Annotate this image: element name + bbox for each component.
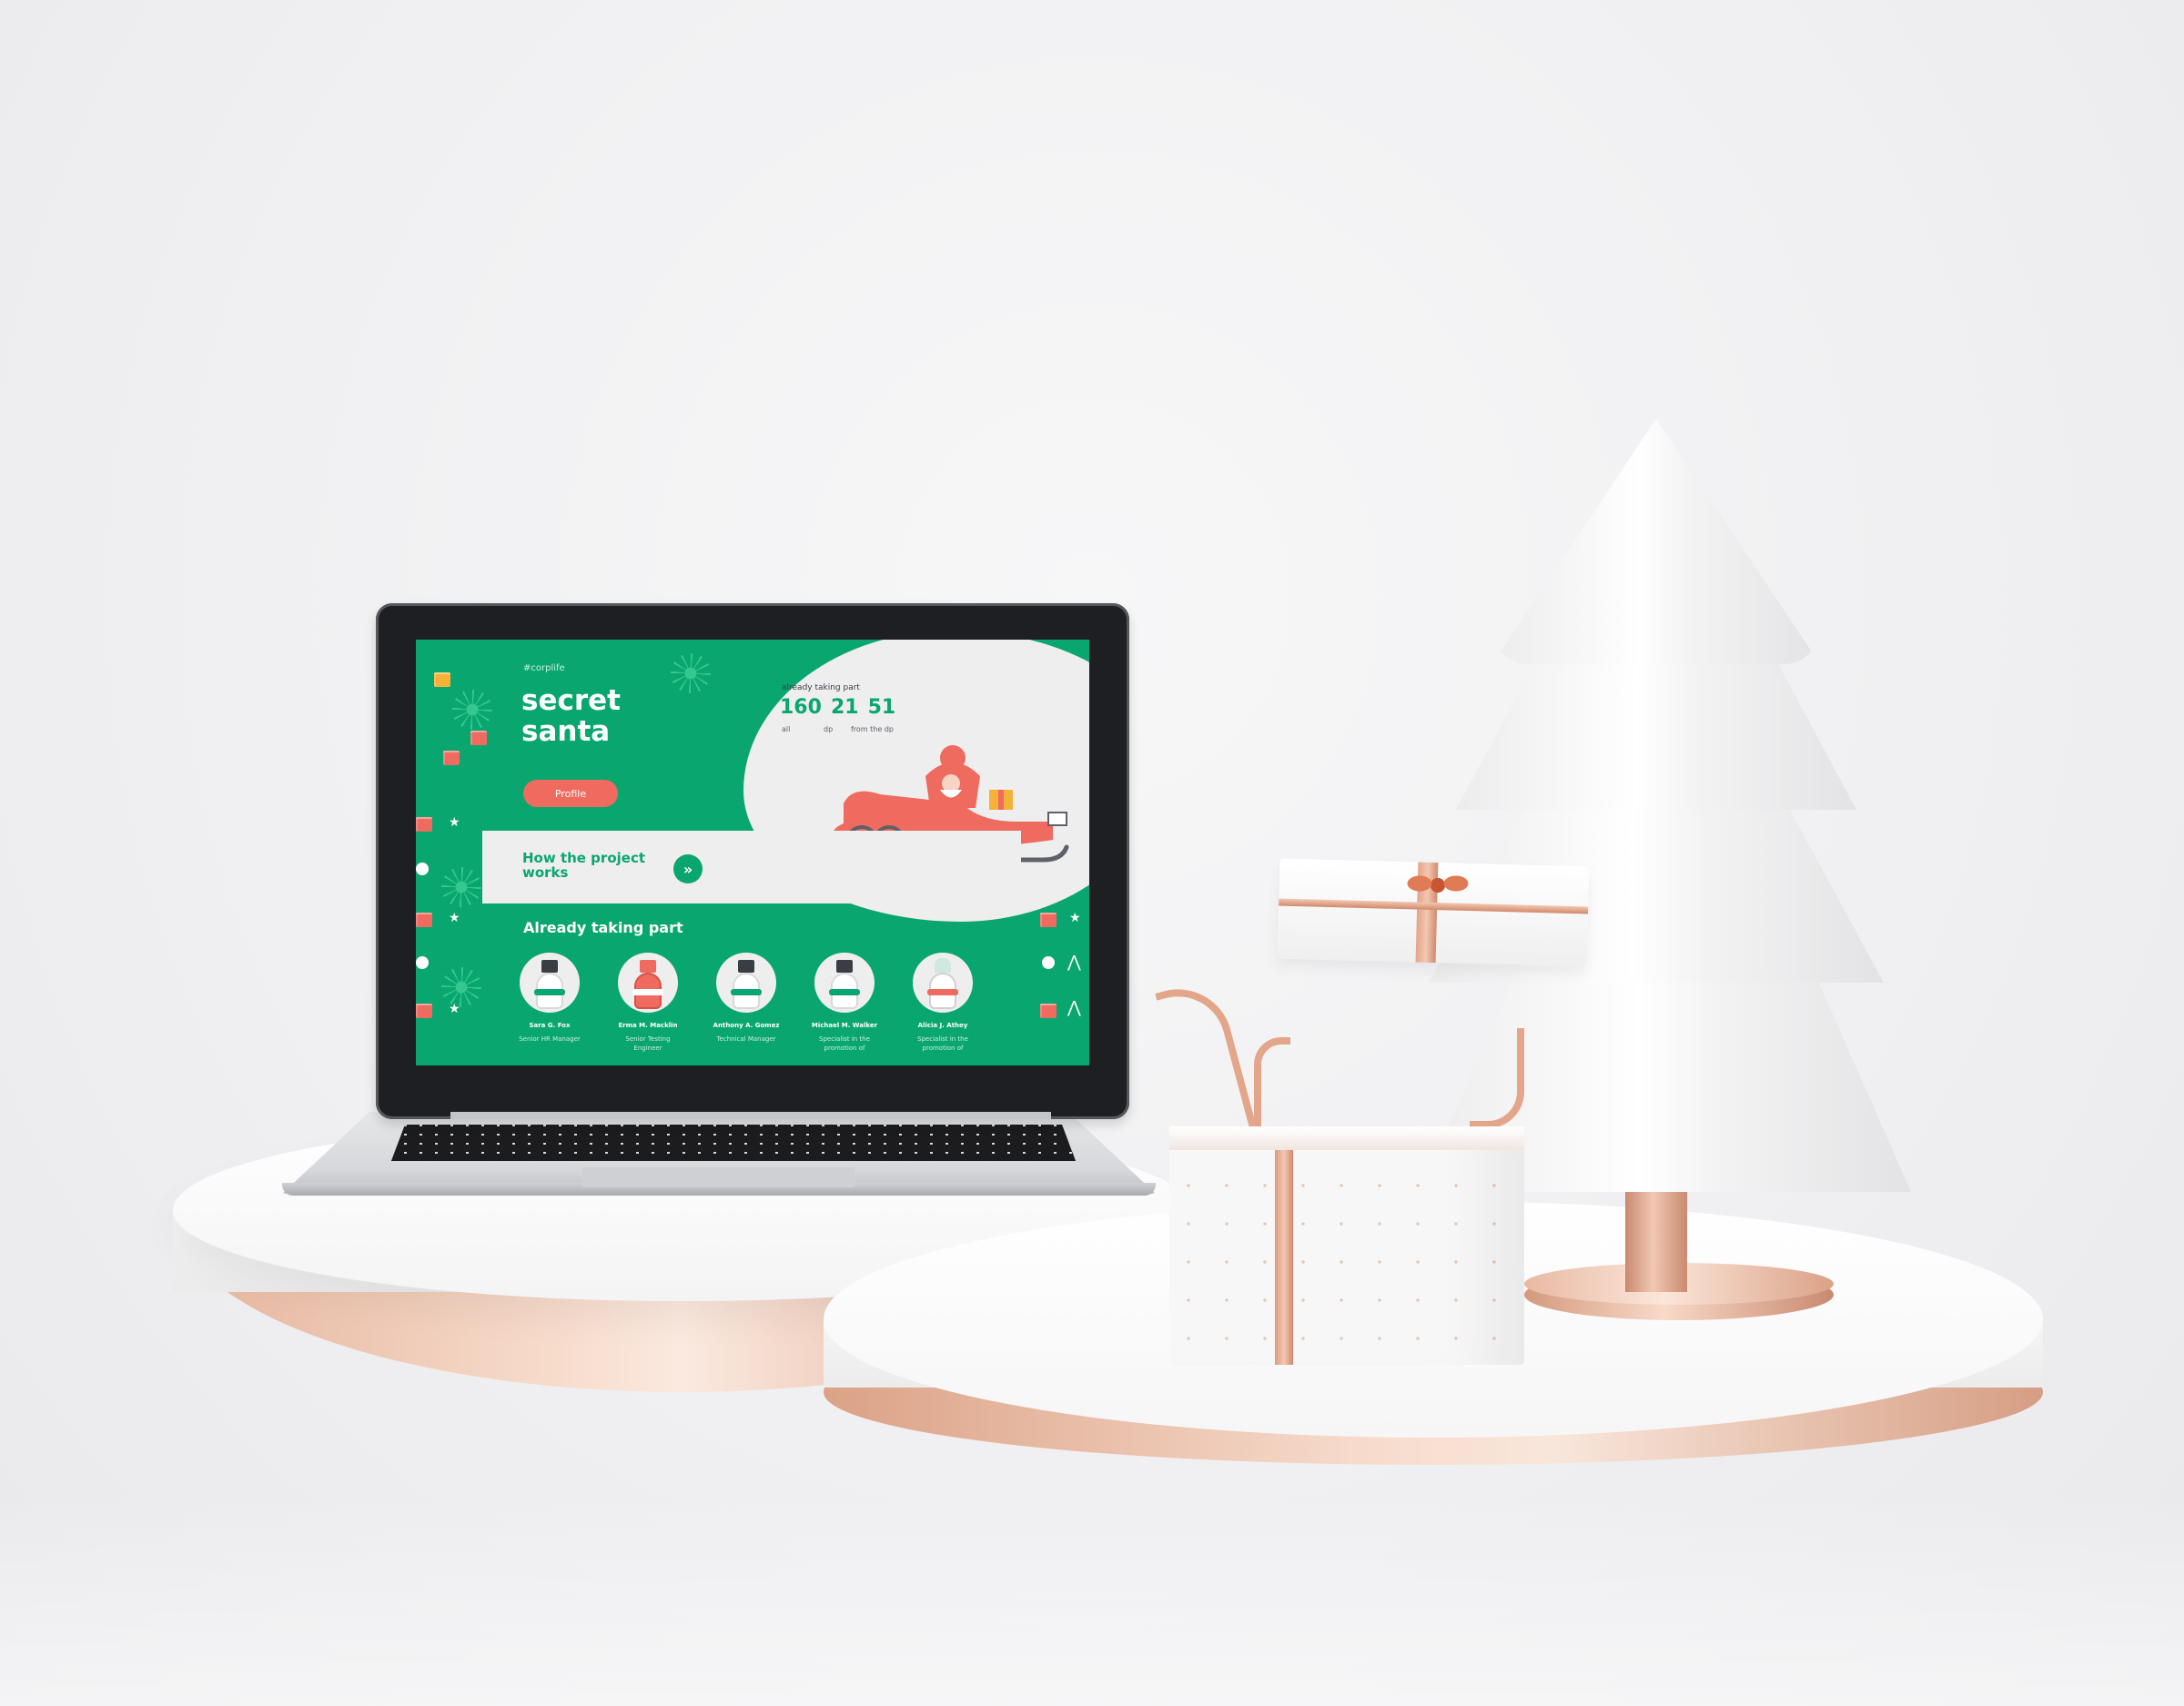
how-it-works-label: How the project works bbox=[522, 850, 645, 881]
star-icon: ★ bbox=[449, 910, 460, 924]
star-icon: ★ bbox=[1069, 910, 1081, 924]
snowman-avatar bbox=[814, 953, 875, 1013]
tree-icon: ⋀ bbox=[1067, 998, 1081, 1016]
gift-icon bbox=[1040, 1004, 1057, 1018]
stats-heading: already taking part bbox=[782, 683, 860, 692]
gift-icon bbox=[416, 817, 432, 832]
stat-value-from-dp: 51 bbox=[867, 696, 896, 719]
participant-card[interactable]: Anthony A. Gomez Technical Manager bbox=[711, 953, 782, 1053]
stat-label-dp: dp bbox=[824, 725, 834, 733]
participant-role: Specialist in the promotion of bbox=[917, 1035, 968, 1052]
stat-value-dp: 21 bbox=[830, 696, 859, 719]
participant-role: Specialist in the promotion of bbox=[819, 1035, 870, 1052]
tree-tier-top bbox=[1492, 419, 1820, 664]
participants-list: Sara G. Fox Senior HR Manager Erma M. Ma… bbox=[514, 953, 978, 1053]
how-it-works-card[interactable]: How the project works » bbox=[482, 831, 1021, 903]
gift-ribbon bbox=[1275, 1128, 1293, 1365]
gift-icon bbox=[443, 751, 460, 765]
participant-card[interactable]: Alicia J. Athey Specialist in the promot… bbox=[907, 953, 978, 1053]
gift-icon bbox=[416, 913, 432, 927]
stat-label-all: all bbox=[782, 725, 791, 733]
hashtag-label: #corplife bbox=[523, 663, 565, 673]
santa-avatar bbox=[618, 953, 678, 1013]
laptop-keyboard bbox=[391, 1125, 1076, 1161]
gift-icon bbox=[1040, 913, 1057, 927]
floor bbox=[0, 1492, 2184, 1706]
participant-name: Alicia J. Athey bbox=[917, 1022, 968, 1029]
participant-role: Senior Testing Engineer bbox=[625, 1035, 671, 1052]
participant-name: Michael M. Walker bbox=[811, 1022, 878, 1029]
laptop-trackpad bbox=[582, 1167, 855, 1187]
gift-icon bbox=[416, 1004, 432, 1018]
participant-card[interactable]: Sara G. Fox Senior HR Manager bbox=[514, 953, 585, 1053]
star-icon: ★ bbox=[449, 814, 460, 829]
ribbon-curl bbox=[1470, 1028, 1524, 1128]
dot-icon bbox=[1042, 956, 1055, 969]
participant-role: Senior HR Manager bbox=[519, 1035, 581, 1043]
stats-labels: all dp from the dp bbox=[782, 725, 894, 733]
snowman-avatar bbox=[716, 953, 776, 1013]
gift-bow bbox=[1401, 860, 1474, 911]
stats-values: 160 21 51 bbox=[780, 696, 895, 719]
stat-label-from-dp: from the dp bbox=[851, 725, 894, 733]
open-gift-rim bbox=[1169, 1126, 1524, 1150]
profile-button[interactable]: Profile bbox=[523, 780, 618, 807]
dot-icon bbox=[416, 956, 429, 969]
participant-role: Technical Manager bbox=[716, 1035, 776, 1043]
participants-heading: Already taking part bbox=[523, 919, 683, 936]
participant-card[interactable]: Michael M. Walker Specialist in the prom… bbox=[809, 953, 880, 1053]
page-title: secret santa bbox=[521, 684, 621, 748]
snowman-avatar bbox=[520, 953, 580, 1013]
participant-name: Sara G. Fox bbox=[529, 1022, 571, 1029]
gift-icon bbox=[434, 672, 450, 687]
snowflake-icon bbox=[441, 867, 481, 907]
laptop-screen: ★ ★ ★ ★ ⋀ ⋀ ⋀ #corplife secret santa Pro… bbox=[416, 640, 1089, 1065]
laptop-hinge bbox=[450, 1112, 1051, 1119]
participant-card[interactable]: Erma M. Macklin Senior Testing Engineer bbox=[612, 953, 683, 1053]
stat-value-all: 160 bbox=[780, 696, 822, 719]
open-gift-box bbox=[1169, 1128, 1524, 1365]
snowflake-icon bbox=[452, 690, 492, 730]
dot-icon bbox=[416, 863, 429, 875]
ribbon-curl bbox=[1155, 976, 1257, 1144]
snowflake-icon bbox=[441, 967, 481, 1007]
ribbon-curl bbox=[1254, 1037, 1290, 1137]
tree-trunk bbox=[1625, 1183, 1687, 1292]
bunny-avatar bbox=[913, 953, 973, 1013]
participant-name: Anthony A. Gomez bbox=[713, 1022, 780, 1029]
participant-name: Erma M. Macklin bbox=[618, 1022, 678, 1029]
star-icon: ★ bbox=[449, 1001, 460, 1015]
tree-icon: ⋀ bbox=[1067, 953, 1081, 971]
double-chevron-right-icon[interactable]: » bbox=[673, 854, 703, 883]
snowflake-icon bbox=[671, 653, 711, 693]
gift-icon bbox=[470, 731, 487, 745]
